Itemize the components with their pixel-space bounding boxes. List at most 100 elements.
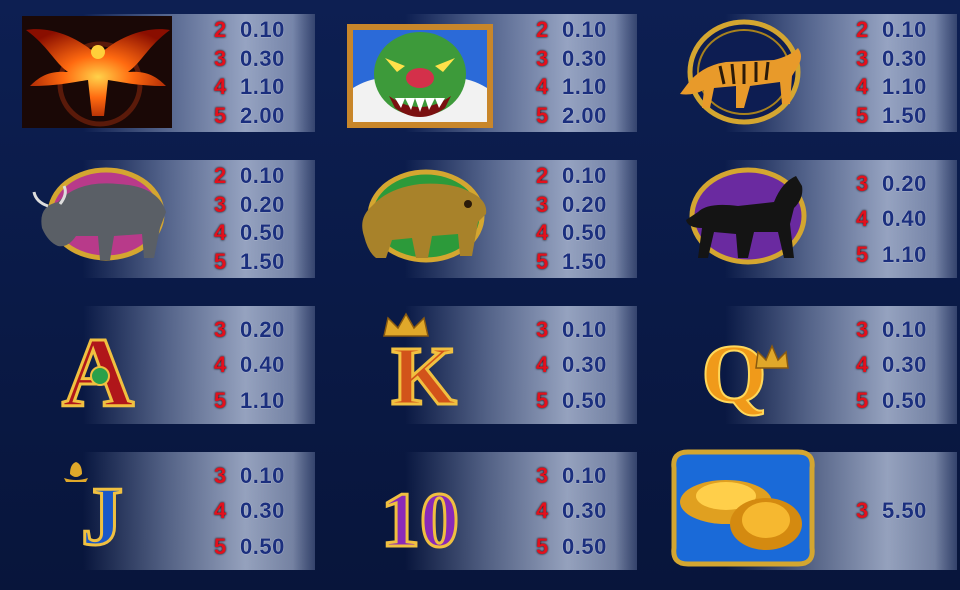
payout-row: 5 1.50	[856, 102, 956, 128]
symbol-count: 5	[536, 248, 549, 274]
payout-row: 4 0.30	[536, 352, 636, 377]
payout-list: 2 0.10 3 0.30 4 1.10 5 2.00	[536, 14, 636, 132]
payout-value: 0.30	[562, 45, 607, 71]
payout-value: 0.30	[562, 352, 607, 377]
payout-list: 2 0.10 3 0.30 4 1.10 5 1.50	[856, 14, 956, 132]
payout-value: 0.40	[882, 206, 927, 231]
payout-row: 4 0.30	[856, 352, 956, 377]
paytable-cell-bull: 2 0.10 3 0.20 4 0.50 5 1.50	[8, 160, 318, 278]
payout-list: 2 0.10 3 0.20 4 0.50 5 1.50	[536, 160, 636, 278]
horse-icon	[650, 160, 850, 278]
gold-ingot-icon	[650, 449, 850, 570]
queen-glyph: Q	[701, 328, 766, 418]
phoenix-icon	[8, 14, 208, 132]
payout-value: 0.20	[240, 316, 285, 342]
symbol-count: 4	[856, 352, 869, 377]
payout-value: 1.10	[240, 387, 285, 413]
payout-row: 5 2.00	[536, 102, 636, 128]
payout-value: 1.10	[562, 74, 607, 100]
paytable-cell-horse: 3 0.20 4 0.40 5 1.10	[650, 160, 960, 278]
payout-row: 2 0.10	[214, 17, 314, 42]
symbol-count: 3	[214, 462, 227, 488]
symbol-count: 4	[536, 220, 549, 246]
payout-value: 0.10	[562, 316, 607, 342]
bull-icon	[8, 160, 208, 278]
symbol-count: 3	[856, 316, 869, 342]
payout-row: 4 0.40	[214, 352, 314, 377]
payout-value: 0.10	[562, 17, 607, 43]
paytable-cell-tiger: 2 0.10 3 0.30 4 1.10 5 1.50	[650, 14, 960, 132]
symbol-count: 5	[214, 248, 227, 274]
payout-row: 3 0.20	[856, 170, 956, 196]
payout-value: 0.10	[562, 163, 607, 189]
payout-row: 5 1.10	[214, 387, 314, 413]
payout-value: 0.50	[240, 220, 285, 246]
jack-icon: J	[8, 452, 208, 570]
symbol-count: 5	[536, 102, 549, 128]
paytable-cell-jack: J 3 0.10 4 0.30 5 0.50	[8, 452, 318, 570]
payout-row: 3 0.30	[856, 46, 956, 71]
payout-value: 0.30	[562, 498, 607, 523]
payout-value: 0.20	[562, 191, 607, 217]
payout-list: 2 0.10 3 0.30 4 1.10 5 2.00	[214, 14, 314, 132]
symbol-count: 3	[856, 170, 869, 196]
payout-value: 2.00	[240, 102, 285, 128]
symbol-count: 2	[214, 163, 227, 189]
payout-row: 3 0.10	[536, 463, 636, 488]
payout-value: 1.10	[240, 74, 285, 100]
symbol-count: 4	[536, 352, 549, 377]
payout-row: 4 0.30	[536, 498, 636, 523]
paytable-cell-ace: A 30.20 40.40 51.10	[8, 306, 318, 424]
payout-row: 5 0.50	[536, 533, 636, 559]
payout-list: 3 0.10 4 0.30 5 0.50	[536, 306, 636, 424]
symbol-count: 5	[214, 102, 227, 128]
payout-row: 2 0.10	[856, 17, 956, 43]
symbol-count: 2	[536, 17, 549, 43]
payout-value: 0.10	[882, 316, 927, 342]
payout-row: 4 0.50	[536, 220, 636, 246]
payout-value: 0.40	[240, 352, 285, 377]
payout-row: 5 0.50	[214, 534, 314, 559]
symbol-count: 4	[214, 220, 227, 246]
payout-row: 4 1.10	[214, 74, 314, 100]
symbol-count: 4	[856, 74, 869, 100]
symbol-count: 2	[536, 163, 549, 189]
payout-list: 3 0.10 4 0.30 5 0.50	[536, 452, 636, 570]
paytable-cell-gold-ingots: 3 5.50	[650, 449, 960, 570]
payout-row: 4 0.30	[214, 498, 314, 523]
payout-row: 2 0.10	[536, 17, 636, 43]
payout-list: 3 0.10 4 0.30 5 0.50	[856, 306, 956, 424]
payout-row: 5 1.50	[214, 248, 314, 274]
bear-icon	[330, 160, 530, 278]
payout-value: 0.50	[562, 533, 607, 559]
king-icon: K	[330, 306, 530, 424]
symbol-count: 2	[856, 17, 869, 43]
tiger-icon	[650, 14, 850, 132]
payout-row: 4 1.10	[536, 74, 636, 100]
symbol-count: 3	[214, 191, 227, 217]
payout-row: 5 0.50	[856, 387, 956, 413]
symbol-count: 5	[856, 102, 869, 128]
payout-value: 0.50	[882, 387, 927, 413]
symbol-count: 5	[856, 241, 869, 267]
payout-row: 3 0.20	[214, 191, 314, 217]
payout-row: 2 0.10	[214, 163, 314, 189]
payout-value: 0.30	[882, 352, 927, 377]
symbol-count: 3	[856, 498, 869, 523]
payout-value: 0.50	[562, 387, 607, 413]
symbol-count: 4	[214, 352, 227, 377]
payout-value: 0.10	[882, 17, 927, 43]
payout-value: 0.20	[882, 170, 927, 196]
ten-glyph: 10	[381, 476, 459, 563]
payout-value: 0.30	[240, 498, 285, 523]
dragon-icon	[330, 14, 530, 132]
symbol-count: 5	[214, 387, 227, 413]
symbol-count: 4	[214, 74, 227, 100]
payout-row: 5 0.50	[536, 387, 636, 413]
paytable-cell-king: K 3 0.10 4 0.30 5 0.50	[330, 306, 640, 424]
symbol-count: 4	[856, 206, 869, 231]
paytable-cell-phoenix: 2 0.10 3 0.30 4 1.10 5 2.00	[8, 14, 318, 132]
payout-value: 2.00	[562, 102, 607, 128]
symbol-count: 3	[536, 316, 549, 342]
payout-value: 1.10	[882, 241, 927, 267]
